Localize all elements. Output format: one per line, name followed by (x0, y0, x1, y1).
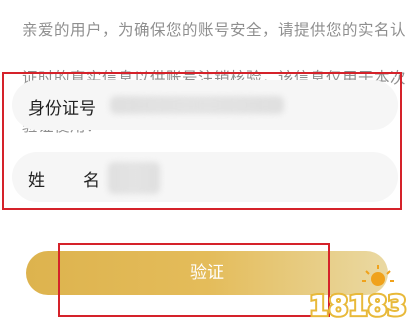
id-number-masked-value (110, 96, 284, 114)
id-number-field[interactable]: 身份证号 (12, 80, 398, 130)
name-masked-value (108, 162, 160, 194)
name-field[interactable]: 姓名 (12, 152, 398, 202)
watermark-text: 18183 (309, 289, 406, 322)
watermark-logo: 18183 (307, 265, 409, 323)
id-number-label: 身份证号 (28, 99, 96, 119)
intro-line-1: 亲爱的用户，为确保您的账号安全，请提供您的实名认 (22, 21, 407, 39)
sun-icon (362, 265, 394, 286)
